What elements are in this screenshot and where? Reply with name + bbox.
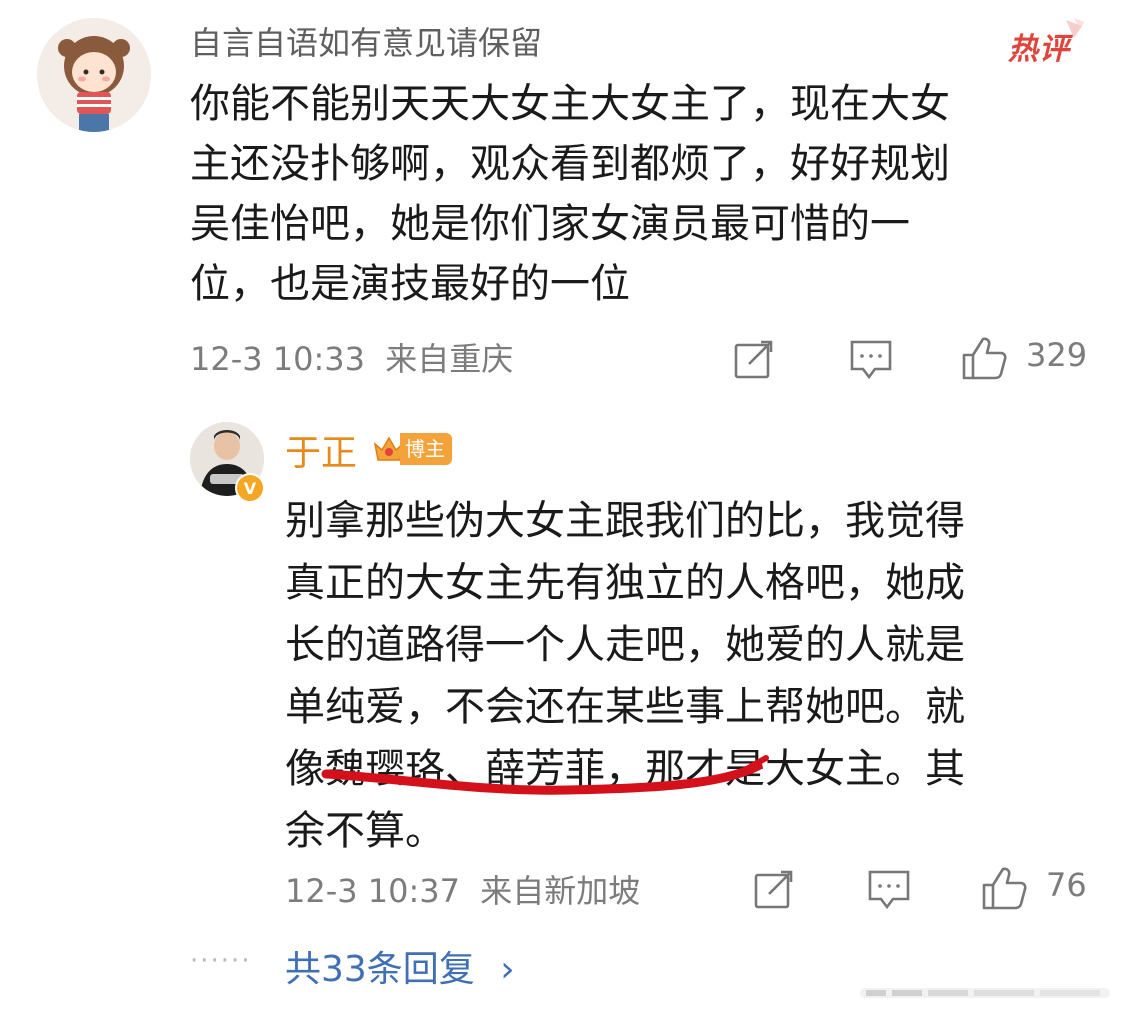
reply-line: 真正的大女主先有独立的人格吧，她成 bbox=[285, 560, 965, 606]
like-icon[interactable] bbox=[960, 334, 1008, 382]
comment-body: 你能不能别天天大女主大女主了，现在大女 主还没扑够啊，观众看到都烦了，好好规划 … bbox=[190, 74, 1070, 314]
reply-time: 12-3 10:37 bbox=[285, 872, 461, 910]
comment-icon[interactable] bbox=[866, 868, 912, 912]
replier-username[interactable]: 于正 bbox=[285, 424, 357, 476]
verified-icon: V bbox=[235, 473, 265, 503]
comment-line: 吴佳怡吧，她是你们家女演员最可惜的一 bbox=[190, 201, 910, 247]
comment-line: 你能不能别天天大女主大女主了，现在大女 bbox=[190, 81, 950, 127]
reply-location: 来自新加坡 bbox=[480, 872, 641, 910]
like-count: 329 bbox=[1026, 336, 1088, 374]
commenter-username[interactable]: 自言自语如有意见请保留 bbox=[190, 18, 542, 64]
hot-comment-badge: 热评 bbox=[1004, 18, 1084, 68]
more-replies-link[interactable]: 共33条回复 › bbox=[285, 940, 515, 992]
reply-meta: 12-3 10:37 来自新加坡 bbox=[285, 866, 640, 912]
blogger-badge: 博主 bbox=[372, 432, 452, 466]
like-count: 76 bbox=[1046, 866, 1087, 904]
divider-dots: ······ bbox=[190, 946, 252, 976]
comment-line: 主还没扑够啊，观众看到都烦了，好好规划 bbox=[190, 141, 950, 187]
comment-time: 12-3 10:33 bbox=[190, 340, 366, 378]
comment-icon[interactable] bbox=[848, 338, 894, 382]
reply-line: 长的道路得一个人走吧，她爱的人就是 bbox=[285, 622, 965, 668]
red-underline-annotation bbox=[321, 755, 769, 795]
comment-location: 来自重庆 bbox=[385, 340, 514, 378]
watermark-graphic bbox=[860, 988, 1110, 998]
reply-line: 别拿那些伪大女主跟我们的比，我觉得 bbox=[285, 498, 965, 544]
commenter-avatar[interactable] bbox=[37, 18, 151, 132]
comment-line: 位，也是演技最好的一位 bbox=[190, 261, 630, 307]
reply-line: 单纯爱，不会还在某些事上帮她吧。就 bbox=[285, 684, 965, 730]
comment-meta: 12-3 10:33 来自重庆 bbox=[190, 334, 513, 380]
like-icon[interactable] bbox=[980, 864, 1028, 912]
more-replies-label[interactable]: 共33条回复 bbox=[285, 949, 475, 990]
reply-line: 余不算。 bbox=[285, 808, 445, 854]
share-icon[interactable] bbox=[752, 868, 796, 912]
chevron-right-icon: › bbox=[500, 949, 515, 990]
share-icon[interactable] bbox=[732, 338, 776, 382]
reply-body: 别拿那些伪大女主跟我们的比，我觉得 真正的大女主先有独立的人格吧，她成 长的道路… bbox=[285, 490, 1075, 862]
